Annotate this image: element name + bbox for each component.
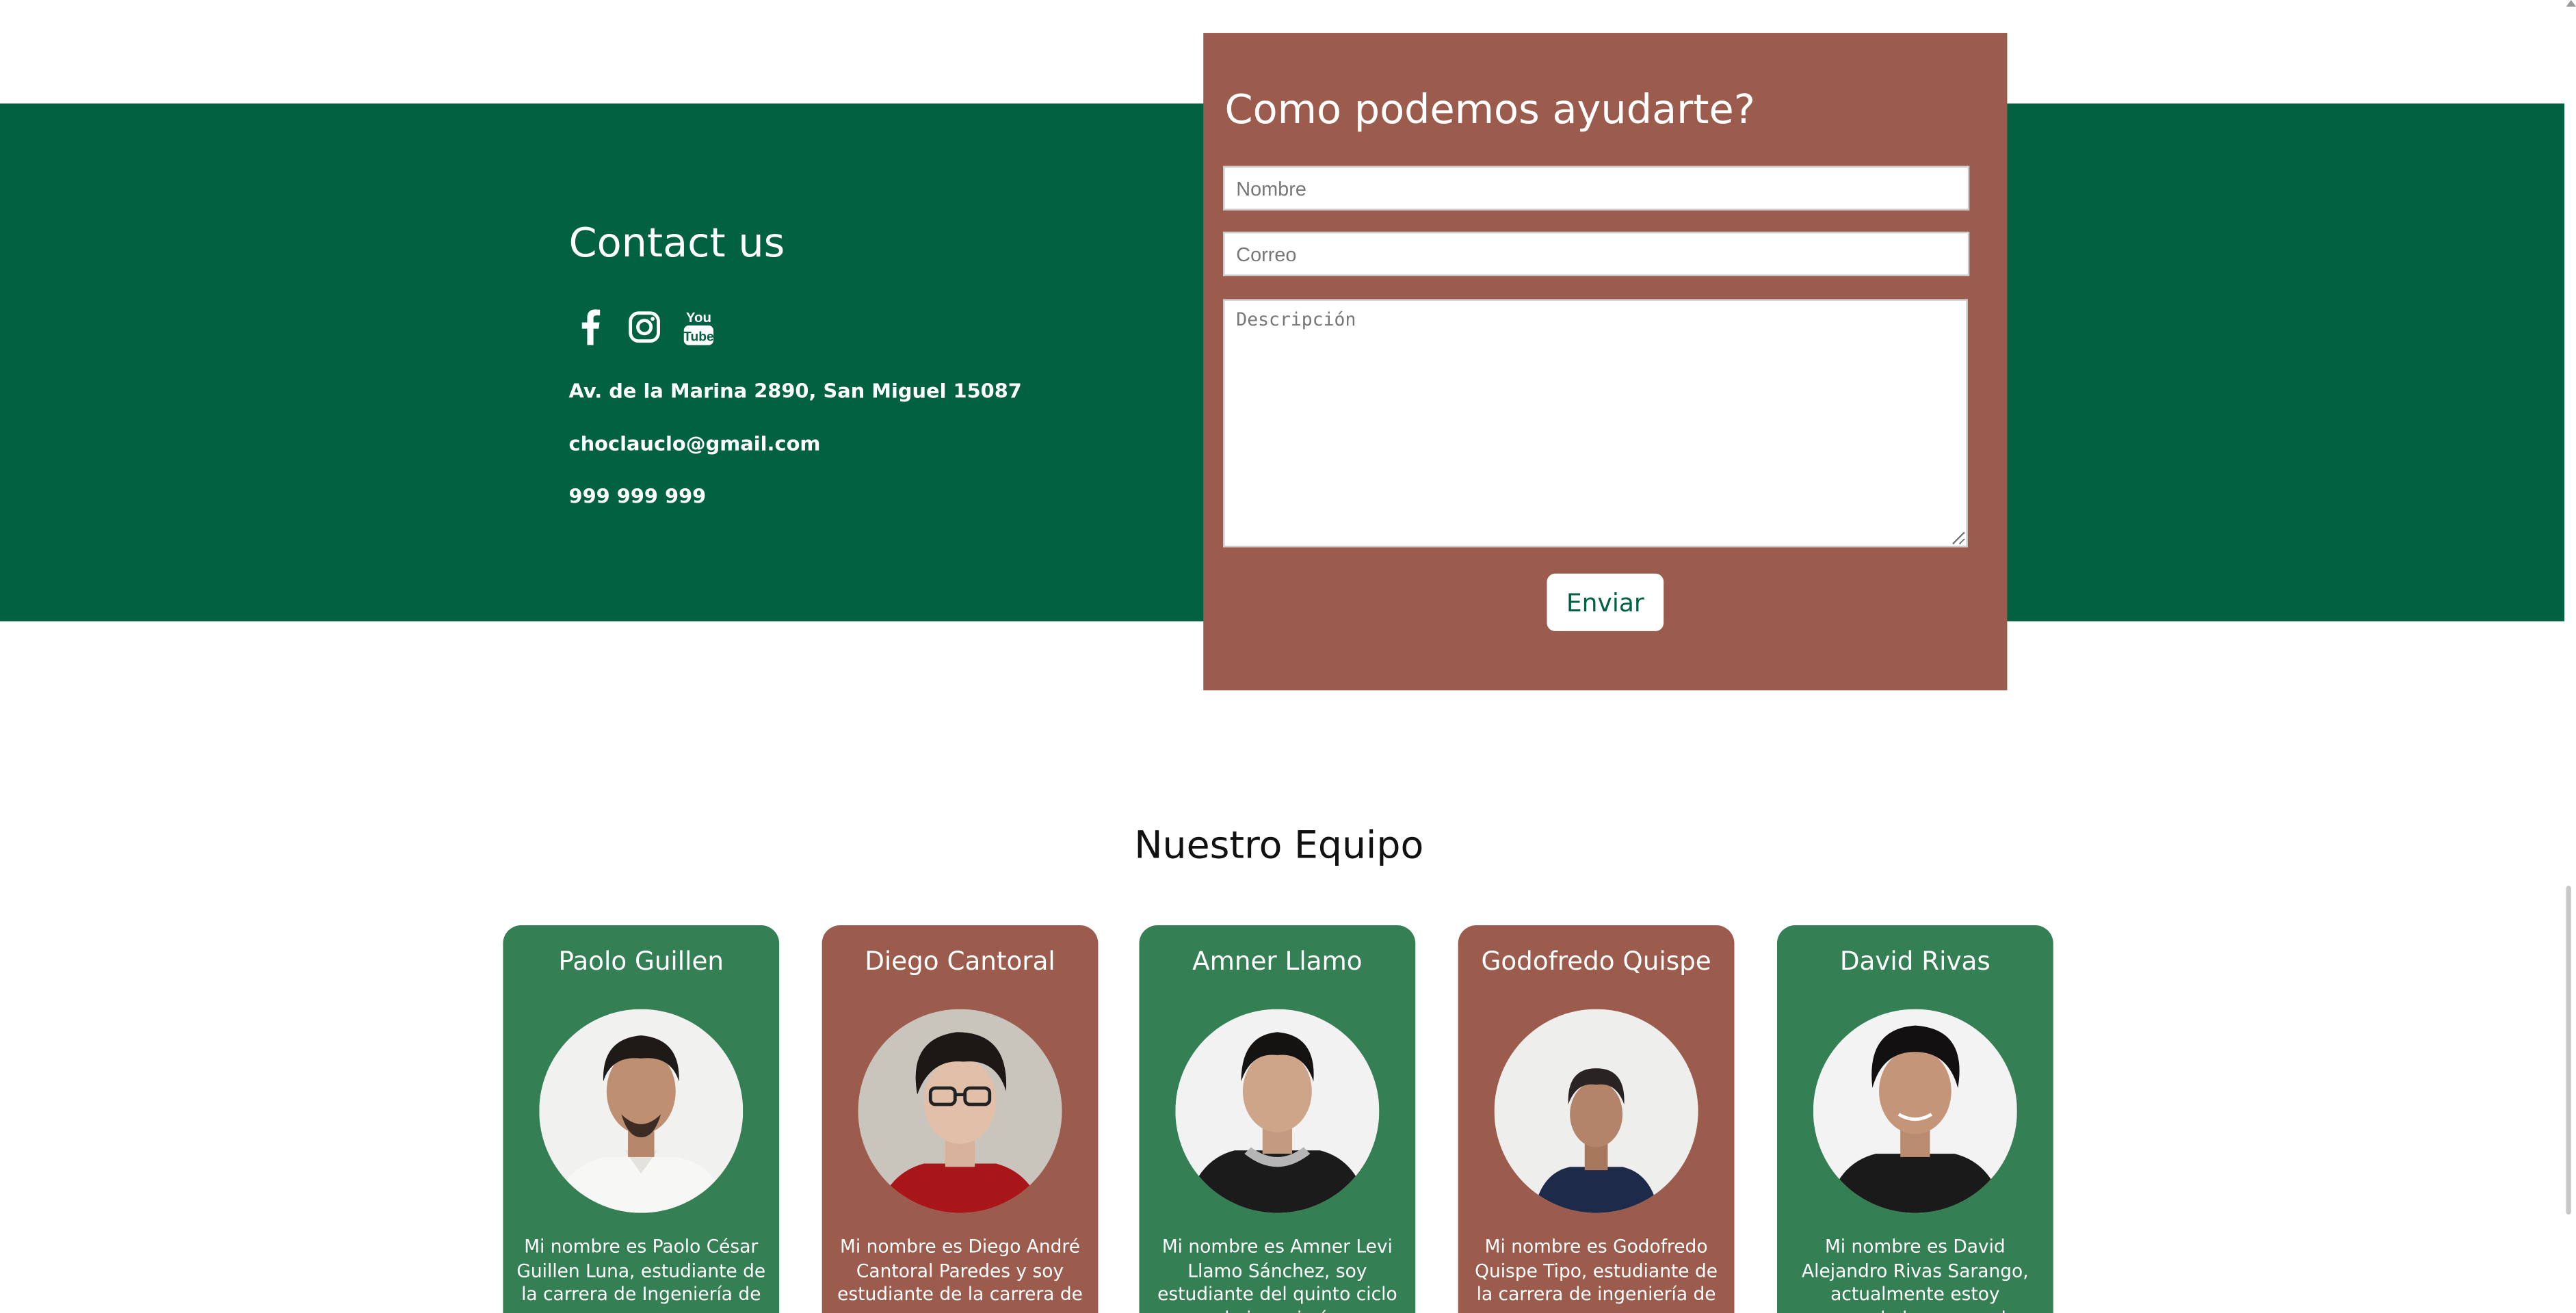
team-card: Paolo Guillen Mi nombre es Paolo César G… (503, 925, 780, 1313)
member-name: Paolo Guillen (558, 946, 724, 977)
submit-button[interactable]: Enviar (1547, 573, 1664, 631)
contact-address: Av. de la Marina 2890, San Miguel 15087 (568, 380, 1022, 403)
member-bio: Mi nombre es Diego André Cantoral Parede… (837, 1236, 1083, 1305)
team-card: Diego Cantoral Mi nombre es Diego André … (822, 925, 1099, 1313)
youtube-icon[interactable]: You Tube (681, 307, 717, 347)
team-title: Nuestro Equipo (1134, 825, 1424, 868)
member-name: Amner Llamo (1192, 946, 1363, 977)
member-name: Godofredo Quispe (1481, 946, 1711, 977)
team-card: Godofredo Quispe Mi nombre es Godofredo … (1458, 925, 1735, 1313)
scroll-up-arrow-icon[interactable] (2566, 0, 2576, 7)
youtube-icon-text-top: You (686, 310, 711, 326)
member-photo (539, 1009, 744, 1213)
name-input[interactable] (1223, 165, 1970, 211)
member-name: David Rivas (1839, 946, 1990, 977)
member-bio: Mi nombre es Paolo César Guillen Luna, e… (516, 1236, 766, 1305)
page-canvas: Contact us You Tube Av. de la Marina 289… (0, 0, 2576, 1313)
form-title: Como podemos ayudarte? (1224, 85, 1755, 133)
member-photo (858, 1009, 1062, 1213)
social-links: You Tube (572, 307, 716, 347)
email-input[interactable] (1223, 231, 1970, 276)
member-name: Diego Cantoral (865, 946, 1055, 977)
description-textarea[interactable] (1223, 299, 1968, 548)
member-photo (1813, 1009, 2017, 1213)
team-card: David Rivas Mi nombre es David Alejandro… (1776, 925, 2053, 1313)
contact-title: Contact us (568, 218, 785, 267)
member-photo (1494, 1009, 1698, 1213)
instagram-icon[interactable] (627, 307, 663, 347)
youtube-icon-text-bottom: Tube (683, 330, 714, 345)
member-bio: Mi nombre es Godofredo Quispe Tipo, estu… (1475, 1236, 1718, 1305)
member-photo (1175, 1009, 1380, 1213)
member-bio: Mi nombre es Amner Levi Llamo Sánchez, s… (1157, 1236, 1397, 1313)
facebook-icon[interactable] (572, 307, 608, 347)
help-form: Como podemos ayudarte? Enviar (1203, 33, 2008, 691)
member-bio: Mi nombre es David Alejandro Rivas Saran… (1802, 1236, 2029, 1313)
contact-phone: 999 999 999 (568, 484, 707, 508)
contact-email: choclauclo@gmail.com (568, 432, 821, 455)
team-card: Amner Llamo Mi nombre es Amner Levi Llam… (1139, 925, 1416, 1313)
scrollbar-thumb[interactable] (2566, 886, 2571, 1215)
